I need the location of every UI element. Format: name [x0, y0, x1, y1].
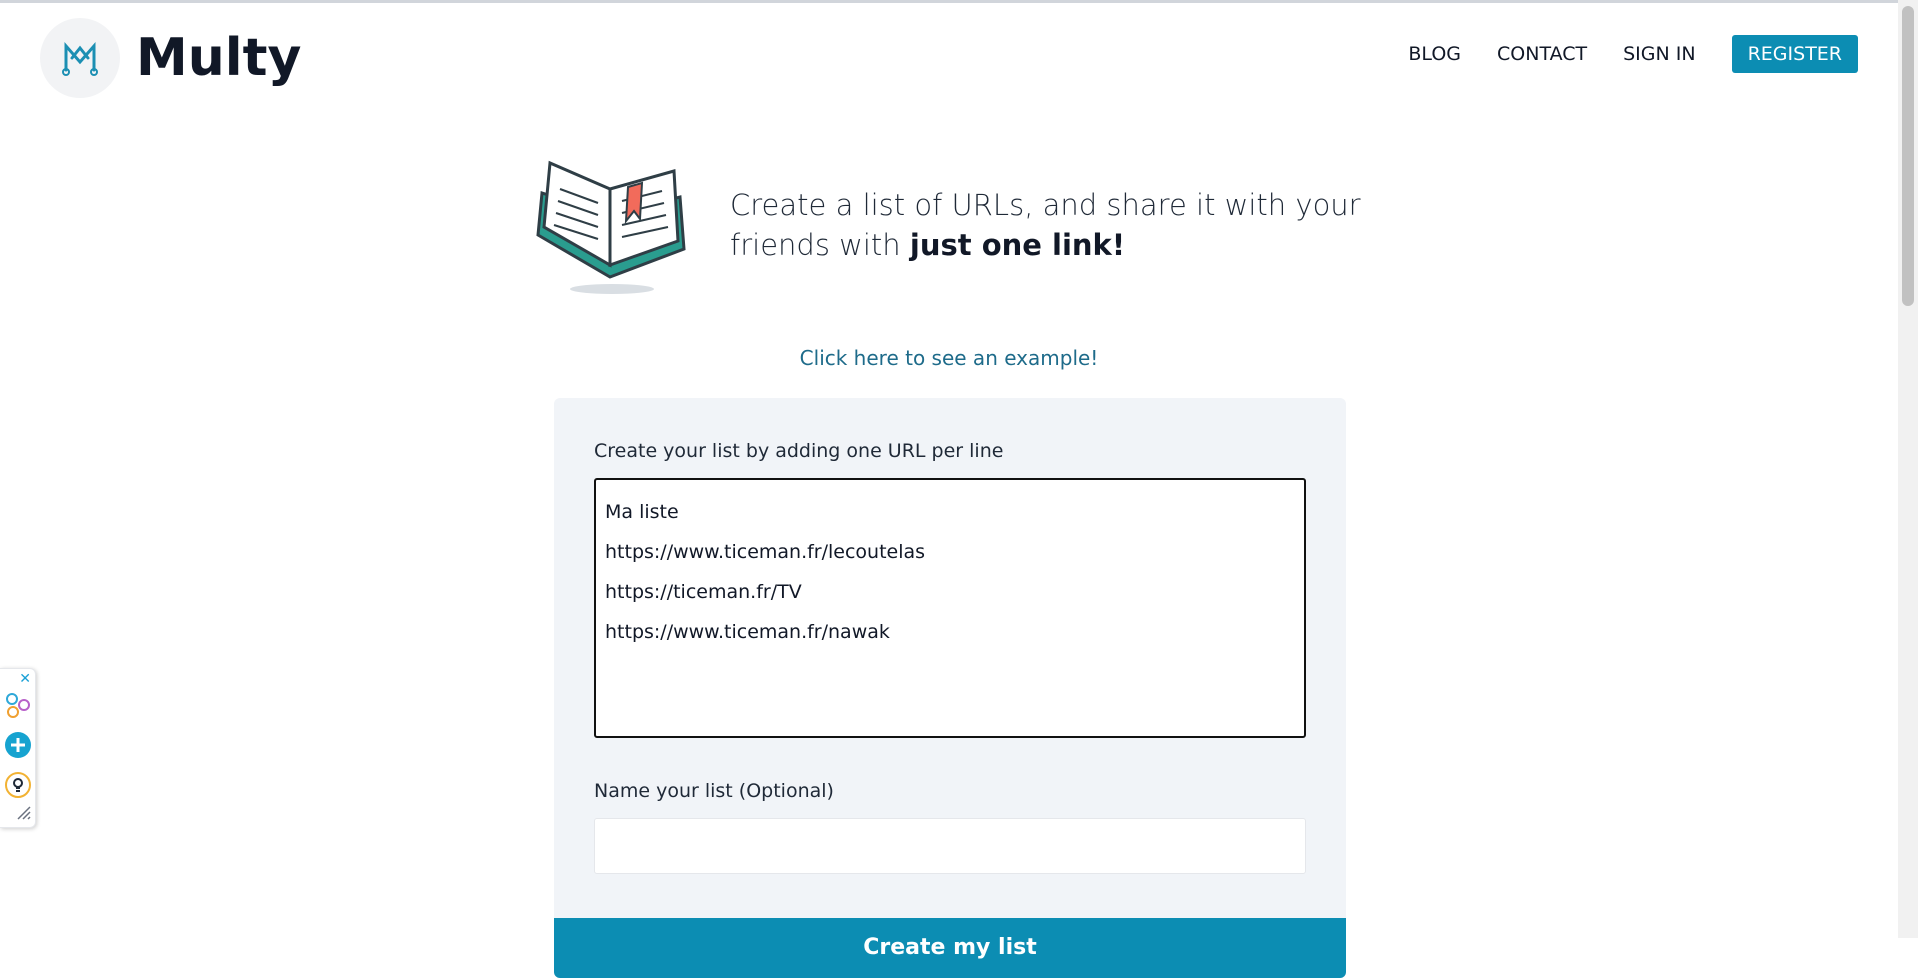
side-toolbar-widget: ✕: [0, 668, 36, 828]
lightbulb-icon[interactable]: [4, 771, 32, 799]
urls-textarea[interactable]: Ma liste https://www.ticeman.fr/lecoutel…: [594, 478, 1306, 738]
open-book-illustration: [530, 153, 690, 298]
hero-tagline: Create a list of URLs, and share it with…: [730, 185, 1390, 265]
close-icon[interactable]: ✕: [19, 671, 31, 687]
list-name-label: Name your list (Optional): [594, 780, 834, 802]
add-circle-icon[interactable]: [4, 731, 32, 759]
share-circles-icon[interactable]: [4, 691, 32, 719]
list-name-input[interactable]: [594, 818, 1306, 874]
example-link[interactable]: Click here to see an example!: [0, 346, 1898, 370]
brand-logo-link[interactable]: Multy: [40, 18, 301, 98]
nav-contact-link[interactable]: CONTACT: [1497, 43, 1587, 65]
site-header: Multy BLOG CONTACT SIGN IN REGISTER: [0, 3, 1898, 113]
resize-handle-icon[interactable]: [16, 805, 32, 821]
nav-sign-in-link[interactable]: SIGN IN: [1623, 43, 1695, 65]
hero: Create a list of URLs, and share it with…: [530, 150, 1390, 300]
page-scrollbar[interactable]: [1898, 0, 1918, 938]
hero-tagline-bold: just one link!: [909, 228, 1126, 262]
create-list-button[interactable]: Create my list: [554, 918, 1346, 978]
register-button[interactable]: REGISTER: [1731, 35, 1858, 73]
main-nav: BLOG CONTACT SIGN IN REGISTER: [1372, 35, 1858, 73]
nav-blog-link[interactable]: BLOG: [1408, 43, 1461, 65]
scrollbar-thumb[interactable]: [1902, 6, 1914, 306]
urls-label: Create your list by adding one URL per l…: [594, 440, 1004, 462]
multy-logo-icon: [40, 18, 120, 98]
brand-name: Multy: [136, 28, 302, 88]
create-list-form: Create your list by adding one URL per l…: [554, 398, 1346, 978]
